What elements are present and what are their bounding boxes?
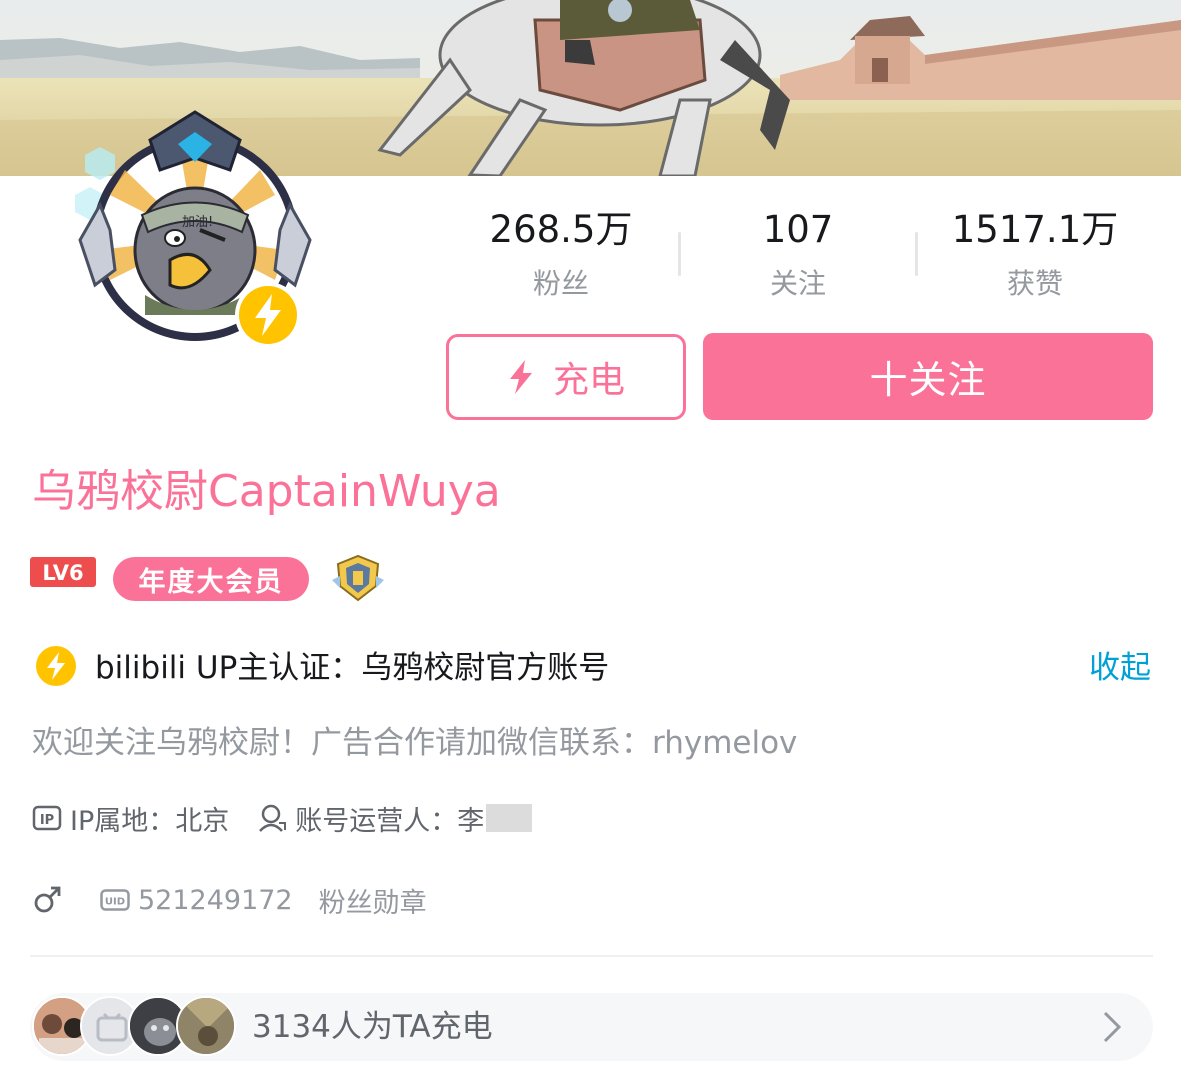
level-badge[interactable]: LV6	[30, 557, 96, 587]
male-icon	[34, 886, 61, 913]
charge-button[interactable]: 充电	[446, 334, 686, 420]
operator-icon	[259, 804, 287, 832]
chevron-right-icon	[1103, 1011, 1122, 1043]
stat-likes-value: 1517.1万	[951, 208, 1119, 251]
ip-icon: IP	[32, 805, 62, 831]
lightning-icon	[235, 282, 301, 348]
fan-medal-link[interactable]: 粉丝勋章	[319, 881, 427, 920]
medal-icon[interactable]	[330, 554, 386, 602]
redacted-block	[486, 804, 533, 832]
stat-fans-label: 粉丝	[532, 267, 589, 300]
stat-divider	[678, 232, 681, 276]
ip-location: IP属地：北京	[70, 805, 230, 837]
uid-icon: UID	[100, 889, 130, 911]
charger-avatar	[176, 996, 236, 1056]
svg-text:UID: UID	[105, 897, 125, 908]
chargers-count-text: 3134人为TA充电	[252, 1009, 493, 1045]
stat-following-value: 107	[762, 208, 834, 251]
svg-text:IP: IP	[40, 813, 54, 828]
level-text: LV6	[42, 561, 83, 585]
verification-text: bilibili UP主认证：乌鸦校尉官方账号	[95, 650, 610, 686]
stat-fans-value: 268.5万	[489, 208, 633, 251]
lightning-icon	[509, 360, 532, 394]
chargers-bar[interactable]: 3134人为TA充电	[30, 993, 1153, 1061]
username: 乌鸦校尉CaptainWuya	[32, 466, 501, 517]
charge-button-label: 充电	[552, 360, 625, 401]
section-divider	[30, 955, 1153, 957]
follow-button-label: 十关注	[869, 358, 987, 402]
bio-text: 欢迎关注乌鸦校尉！广告合作请加微信联系：rhymelov	[32, 725, 798, 761]
stat-following-label: 关注	[769, 267, 826, 300]
lightning-icon	[36, 646, 76, 686]
uid-value[interactable]: 521249172	[138, 885, 293, 916]
id-row: UID 521249172 粉丝勋章	[32, 880, 427, 920]
collapse-link[interactable]: 收起	[1089, 647, 1151, 689]
account-operator: 账号运营人：李	[295, 805, 485, 837]
svg-text:加油!: 加油!	[182, 215, 213, 230]
stat-divider	[915, 232, 918, 276]
avatar[interactable]: 加油!	[70, 110, 315, 348]
meta-row: IP IP属地：北京 账号运营人：李	[32, 798, 533, 838]
vip-badge[interactable]: 年度大会员	[113, 557, 309, 601]
stat-following[interactable]: 107 关注	[698, 206, 898, 304]
stat-likes-label: 获赞	[1006, 267, 1063, 300]
stat-fans[interactable]: 268.5万 粉丝	[461, 206, 661, 304]
stat-likes[interactable]: 1517.1万 获赞	[935, 206, 1135, 304]
charger-avatars	[32, 996, 237, 1058]
follow-button[interactable]: 十关注	[703, 333, 1153, 420]
